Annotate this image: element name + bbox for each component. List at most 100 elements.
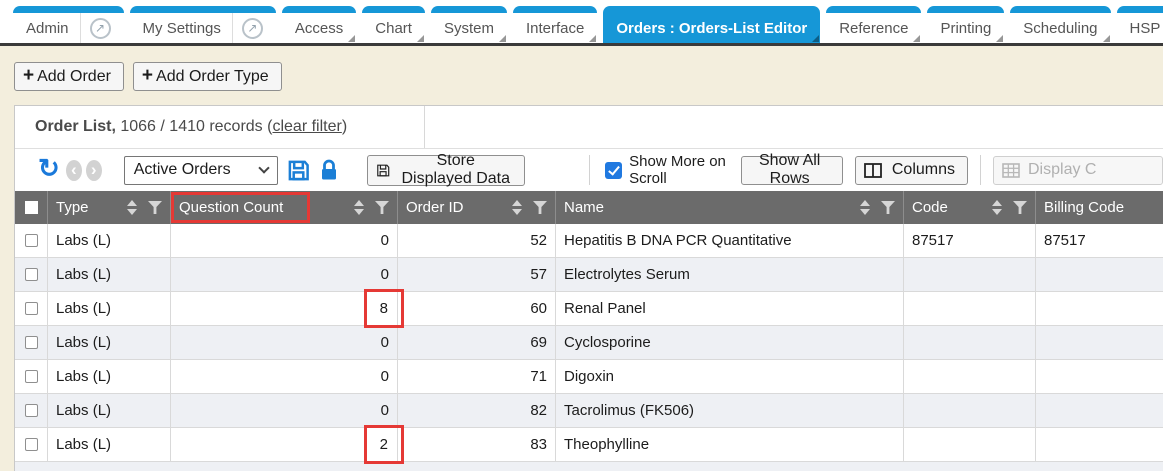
tab-scheduling[interactable]: Scheduling <box>1010 6 1110 43</box>
cell-question_count: 0 <box>171 224 398 257</box>
sort-icon[interactable] <box>512 200 522 215</box>
lock-icon[interactable] <box>319 159 339 181</box>
cell-question_count: 0 <box>171 326 398 359</box>
external-link-icon[interactable]: ↗ <box>90 18 111 39</box>
show-all-rows-button[interactable]: Show All Rows <box>741 156 843 185</box>
external-link-icon[interactable]: ↗ <box>242 18 263 39</box>
row-checkbox[interactable] <box>25 370 38 383</box>
store-displayed-data-button[interactable]: Store Displayed Data <box>367 155 525 186</box>
filter-icon[interactable] <box>1013 201 1027 214</box>
view-selector[interactable]: Active Orders <box>124 156 278 185</box>
column-header-type[interactable]: Type <box>48 191 171 224</box>
checkbox-checked-icon <box>605 162 622 179</box>
cell-name: Hepatitis B DNA PCR Quantitative <box>556 224 904 257</box>
nav-forward-icon[interactable]: › <box>86 160 102 181</box>
column-label: Billing Code <box>1044 199 1155 216</box>
sort-icon[interactable] <box>992 200 1002 215</box>
sort-icon[interactable] <box>127 200 137 215</box>
tab-orders-orders-list-editor[interactable]: Orders : Orders-List Editor <box>603 6 820 43</box>
column-header-name[interactable]: Name <box>556 191 904 224</box>
add-order-button[interactable]: +Add Order <box>14 62 124 91</box>
table-row: Labs (L)283Theophylline <box>15 428 1163 462</box>
top-tab-bar: Admin↗My Settings↗AccessChartSystemInter… <box>0 0 1163 46</box>
sort-icon[interactable] <box>860 200 870 215</box>
tab-admin[interactable]: Admin ↗ <box>13 6 124 43</box>
filter-icon[interactable] <box>375 201 389 214</box>
filter-icon[interactable] <box>533 201 547 214</box>
table-row: Labs (L)052Hepatitis B DNA PCR Quantitat… <box>15 224 1163 258</box>
store-displayed-data-label: Store Displayed Data <box>399 152 512 188</box>
table-row: Labs (L)860Renal Panel <box>15 292 1163 326</box>
row-checkbox[interactable] <box>25 336 38 349</box>
cell-billing_code: 87517 <box>1036 224 1163 257</box>
tab-label: Chart <box>375 20 412 37</box>
cell-type: Labs (L) <box>48 224 171 257</box>
refresh-icon[interactable]: ↻ <box>38 155 60 181</box>
title-divider <box>424 106 425 148</box>
tab-my-settings[interactable]: My Settings↗ <box>130 6 276 43</box>
cell-question_count: 0 <box>171 360 398 393</box>
clear-filter-link[interactable]: clear filter <box>272 118 341 136</box>
table-body: Labs (L)052Hepatitis B DNA PCR Quantitat… <box>15 224 1163 462</box>
tab-cap <box>282 6 356 13</box>
table-partial-row <box>15 462 1163 471</box>
tab-reference[interactable]: Reference <box>826 6 921 43</box>
row-checkbox[interactable] <box>25 302 38 315</box>
cell-code <box>904 258 1036 291</box>
plus-icon: + <box>142 66 153 85</box>
cell-name: Cyclosporine <box>556 326 904 359</box>
cell-billing_code <box>1036 292 1163 325</box>
tab-cap <box>826 6 921 13</box>
sort-icon[interactable] <box>354 200 364 215</box>
cell-order_id: 83 <box>398 428 556 461</box>
toolbar-divider <box>980 155 981 185</box>
tab-hsp[interactable]: HSP <box>1117 6 1163 43</box>
column-header-select <box>15 191 48 224</box>
show-more-on-scroll-checkbox[interactable]: Show More on Scroll <box>605 153 728 187</box>
tab-system[interactable]: System <box>431 6 507 43</box>
columns-button[interactable]: Columns <box>855 156 968 185</box>
table-row: Labs (L)071Digoxin <box>15 360 1163 394</box>
cell-billing_code <box>1036 258 1163 291</box>
column-header-question_count[interactable]: Question Count <box>171 191 398 224</box>
tab-cap <box>927 6 1004 13</box>
cell-code <box>904 292 1036 325</box>
tab-printing[interactable]: Printing <box>927 6 1004 43</box>
row-checkbox[interactable] <box>25 268 38 281</box>
chevron-down-icon <box>258 162 269 173</box>
cell-name: Digoxin <box>556 360 904 393</box>
row-checkbox[interactable] <box>25 438 38 451</box>
show-all-rows-label: Show All Rows <box>750 152 830 188</box>
records-count: 1066 / 1410 records ( <box>116 118 273 136</box>
cell-question_count: 8 <box>171 292 398 325</box>
filter-icon[interactable] <box>881 201 895 214</box>
column-label: Type <box>56 199 127 216</box>
table-row: Labs (L)082Tacrolimus (FK506) <box>15 394 1163 428</box>
add-order-type-button[interactable]: +Add Order Type <box>133 62 282 91</box>
column-header-code[interactable]: Code <box>904 191 1036 224</box>
show-more-on-scroll-label: Show More on Scroll <box>629 153 728 187</box>
tab-label: Admin <box>26 20 69 37</box>
row-checkbox[interactable] <box>25 404 38 417</box>
select-all-checkbox[interactable] <box>25 201 38 214</box>
tab-cap <box>1117 6 1163 13</box>
cell-order_id: 57 <box>398 258 556 291</box>
cell-type: Labs (L) <box>48 428 171 461</box>
tab-cap <box>1010 6 1110 13</box>
column-header-order_id[interactable]: Order ID <box>398 191 556 224</box>
tab-interface[interactable]: Interface <box>513 6 597 43</box>
cell-select <box>15 428 48 461</box>
column-header-billing_code[interactable]: Billing Code <box>1036 191 1163 224</box>
tab-chart[interactable]: Chart <box>362 6 425 43</box>
nav-back-icon[interactable]: ‹ <box>66 160 82 181</box>
save-view-icon[interactable] <box>287 159 310 182</box>
display-button-disabled: Display C <box>993 156 1163 185</box>
filter-icon[interactable] <box>148 201 162 214</box>
cell-type: Labs (L) <box>48 258 171 291</box>
cell-type: Labs (L) <box>48 360 171 393</box>
tab-cap <box>431 6 507 13</box>
cell-select <box>15 292 48 325</box>
cell-code <box>904 360 1036 393</box>
row-checkbox[interactable] <box>25 234 38 247</box>
tab-access[interactable]: Access <box>282 6 356 43</box>
